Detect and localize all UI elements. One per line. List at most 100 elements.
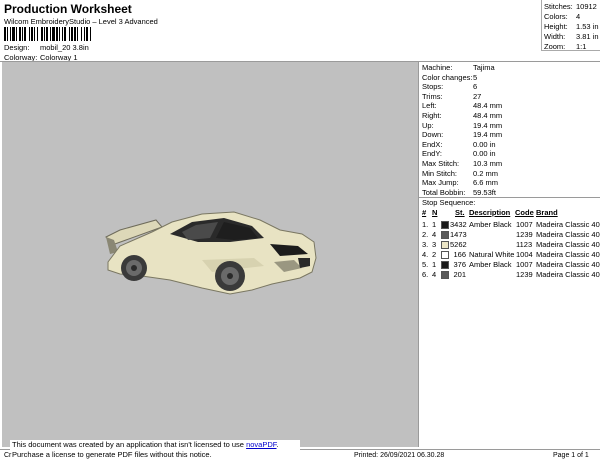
design-row: Design: mobil_20 3.8in xyxy=(4,43,89,52)
stop-brand: Madeira Classic 40 xyxy=(536,270,600,279)
barcode xyxy=(4,27,91,41)
zoom-label: Zoom: xyxy=(544,42,566,51)
stop-num: 1. xyxy=(422,220,429,229)
color-swatch xyxy=(441,261,449,269)
machine-info-row: Machine: Tajima xyxy=(422,63,495,72)
color-swatch xyxy=(441,251,449,259)
machine-info-row: Down: 19.4 mm xyxy=(422,130,502,139)
stitches-value: 10912 xyxy=(576,2,597,11)
color-swatch xyxy=(441,231,449,239)
info-value: 0.00 in xyxy=(473,149,496,159)
info-label: Color changes: xyxy=(422,72,473,82)
zoom-value: 1:1 xyxy=(576,42,587,51)
license-notice: This document was created by an applicat… xyxy=(10,440,300,462)
height-label: Height: xyxy=(544,22,568,31)
info-label: Total Bobbin: xyxy=(422,187,466,197)
stop-stitches: 5262 xyxy=(450,240,467,249)
notice-line-2: Purchase a license to generate PDF files… xyxy=(12,450,212,459)
machine-info-row: Min Stitch: 0.2 mm xyxy=(422,169,498,178)
notice-period: . xyxy=(276,440,279,449)
stop-code: 1239 xyxy=(516,270,533,279)
stop-brand: Madeira Classic 40 xyxy=(536,220,600,229)
info-value: 6 xyxy=(473,82,478,92)
width-row: Width: 3.81 in xyxy=(544,32,599,41)
stop-brand: Madeira Classic 40 xyxy=(536,250,600,259)
stop-needle: 4 xyxy=(432,270,437,279)
info-label: Trims: xyxy=(422,91,443,101)
stop-code: 1239 xyxy=(516,230,533,239)
info-value: 19.4 mm xyxy=(473,120,503,130)
col-header-brand: Brand xyxy=(536,208,558,217)
info-label: EndY: xyxy=(422,149,443,159)
info-value: 0.00 in xyxy=(473,139,496,149)
info-value: 5 xyxy=(473,72,478,82)
info-label: Right: xyxy=(422,111,442,120)
notice-text: This document was created by an applicat… xyxy=(12,440,247,449)
machine-info-row: EndY: 0.00 in xyxy=(422,149,496,158)
stop-num: 4. xyxy=(422,250,429,259)
stop-stitches: 166 xyxy=(453,250,466,259)
info-value: 10.3 mm xyxy=(473,159,503,168)
stop-needle: 4 xyxy=(432,230,437,239)
info-value: 59.53ft xyxy=(473,187,496,197)
color-swatch xyxy=(441,241,449,249)
design-label: Design: xyxy=(4,43,30,52)
stop-num: 3. xyxy=(422,240,429,249)
col-header-description: Description xyxy=(469,208,511,217)
stop-code: 1123 xyxy=(516,240,533,249)
info-label: Down: xyxy=(422,130,444,140)
stitches-label: Stitches: xyxy=(544,2,573,11)
width-value: 3.81 in xyxy=(576,32,599,41)
stop-needle: 1 xyxy=(432,260,437,269)
info-value: 48.4 mm xyxy=(473,111,503,120)
info-label: Stops: xyxy=(422,82,444,92)
colors-label: Colors: xyxy=(544,12,568,21)
col-header-num: # xyxy=(422,208,427,217)
machine-info-row: Max Jump: 6.6 mm xyxy=(422,178,498,187)
stop-brand: Madeira Classic 40 xyxy=(536,230,600,239)
stop-stitches: 3432 xyxy=(450,220,467,229)
info-label: Min Stitch: xyxy=(422,168,458,178)
stitches-row: Stitches: 10912 xyxy=(544,2,597,11)
colors-row: Colors: 4 xyxy=(544,12,580,21)
col-header-st: St. xyxy=(455,208,465,217)
stop-needle: 3 xyxy=(432,240,437,249)
info-label: Max Jump: xyxy=(422,178,459,188)
stop-needle: 1 xyxy=(432,220,437,229)
stop-stitches: 201 xyxy=(453,270,466,279)
height-value: 1.53 in xyxy=(576,22,599,31)
stop-needle: 2 xyxy=(432,250,437,259)
machine-info-row: Up: 19.4 mm xyxy=(422,121,502,130)
col-header-code: Code xyxy=(515,208,534,217)
stop-description: Natural White xyxy=(469,250,515,259)
stop-brand: Madeira Classic 40 xyxy=(536,260,600,269)
machine-info-row: Color changes:5 xyxy=(422,73,477,82)
machine-info-row: Trims: 27 xyxy=(422,92,481,101)
stop-num: 2. xyxy=(422,230,429,239)
stop-num: 6. xyxy=(422,270,429,279)
stop-code: 1007 xyxy=(516,260,533,269)
color-swatch xyxy=(441,271,449,279)
machine-info-row: Left: 48.4 mm xyxy=(422,101,502,110)
footer-left: Cr xyxy=(4,452,12,459)
panel-divider xyxy=(418,61,419,447)
stop-code: 1004 xyxy=(516,250,533,259)
page-number: Page 1 of 1 xyxy=(553,452,589,459)
info-label: EndX: xyxy=(422,139,443,149)
stop-num: 5. xyxy=(422,260,429,269)
printed-date: Printed: 26/09/2021 06.30.28 xyxy=(354,452,445,459)
height-row: Height: 1.53 in xyxy=(544,22,599,31)
info-label: Up: xyxy=(422,120,434,130)
stop-stitches: 1473 xyxy=(450,230,467,239)
stop-description: Amber Black xyxy=(469,260,512,269)
machine-info-row: Right: 48.4 mm xyxy=(422,111,502,120)
stop-brand: Madeira Classic 40 xyxy=(536,240,600,249)
machine-info-row: Max Stitch: 10.3 mm xyxy=(422,159,502,168)
col-header-n: N xyxy=(432,208,438,217)
color-swatch xyxy=(441,221,449,229)
notice-line-1: This document was created by an applicat… xyxy=(12,440,300,450)
design-value: mobil_20 3.8in xyxy=(40,43,89,52)
software-subtitle: Wilcom EmbroideryStudio – Level 3 Advanc… xyxy=(4,17,158,26)
zoom-row: Zoom: 1:1 xyxy=(544,42,586,51)
novapdf-link[interactable]: novaPDF xyxy=(246,440,276,449)
